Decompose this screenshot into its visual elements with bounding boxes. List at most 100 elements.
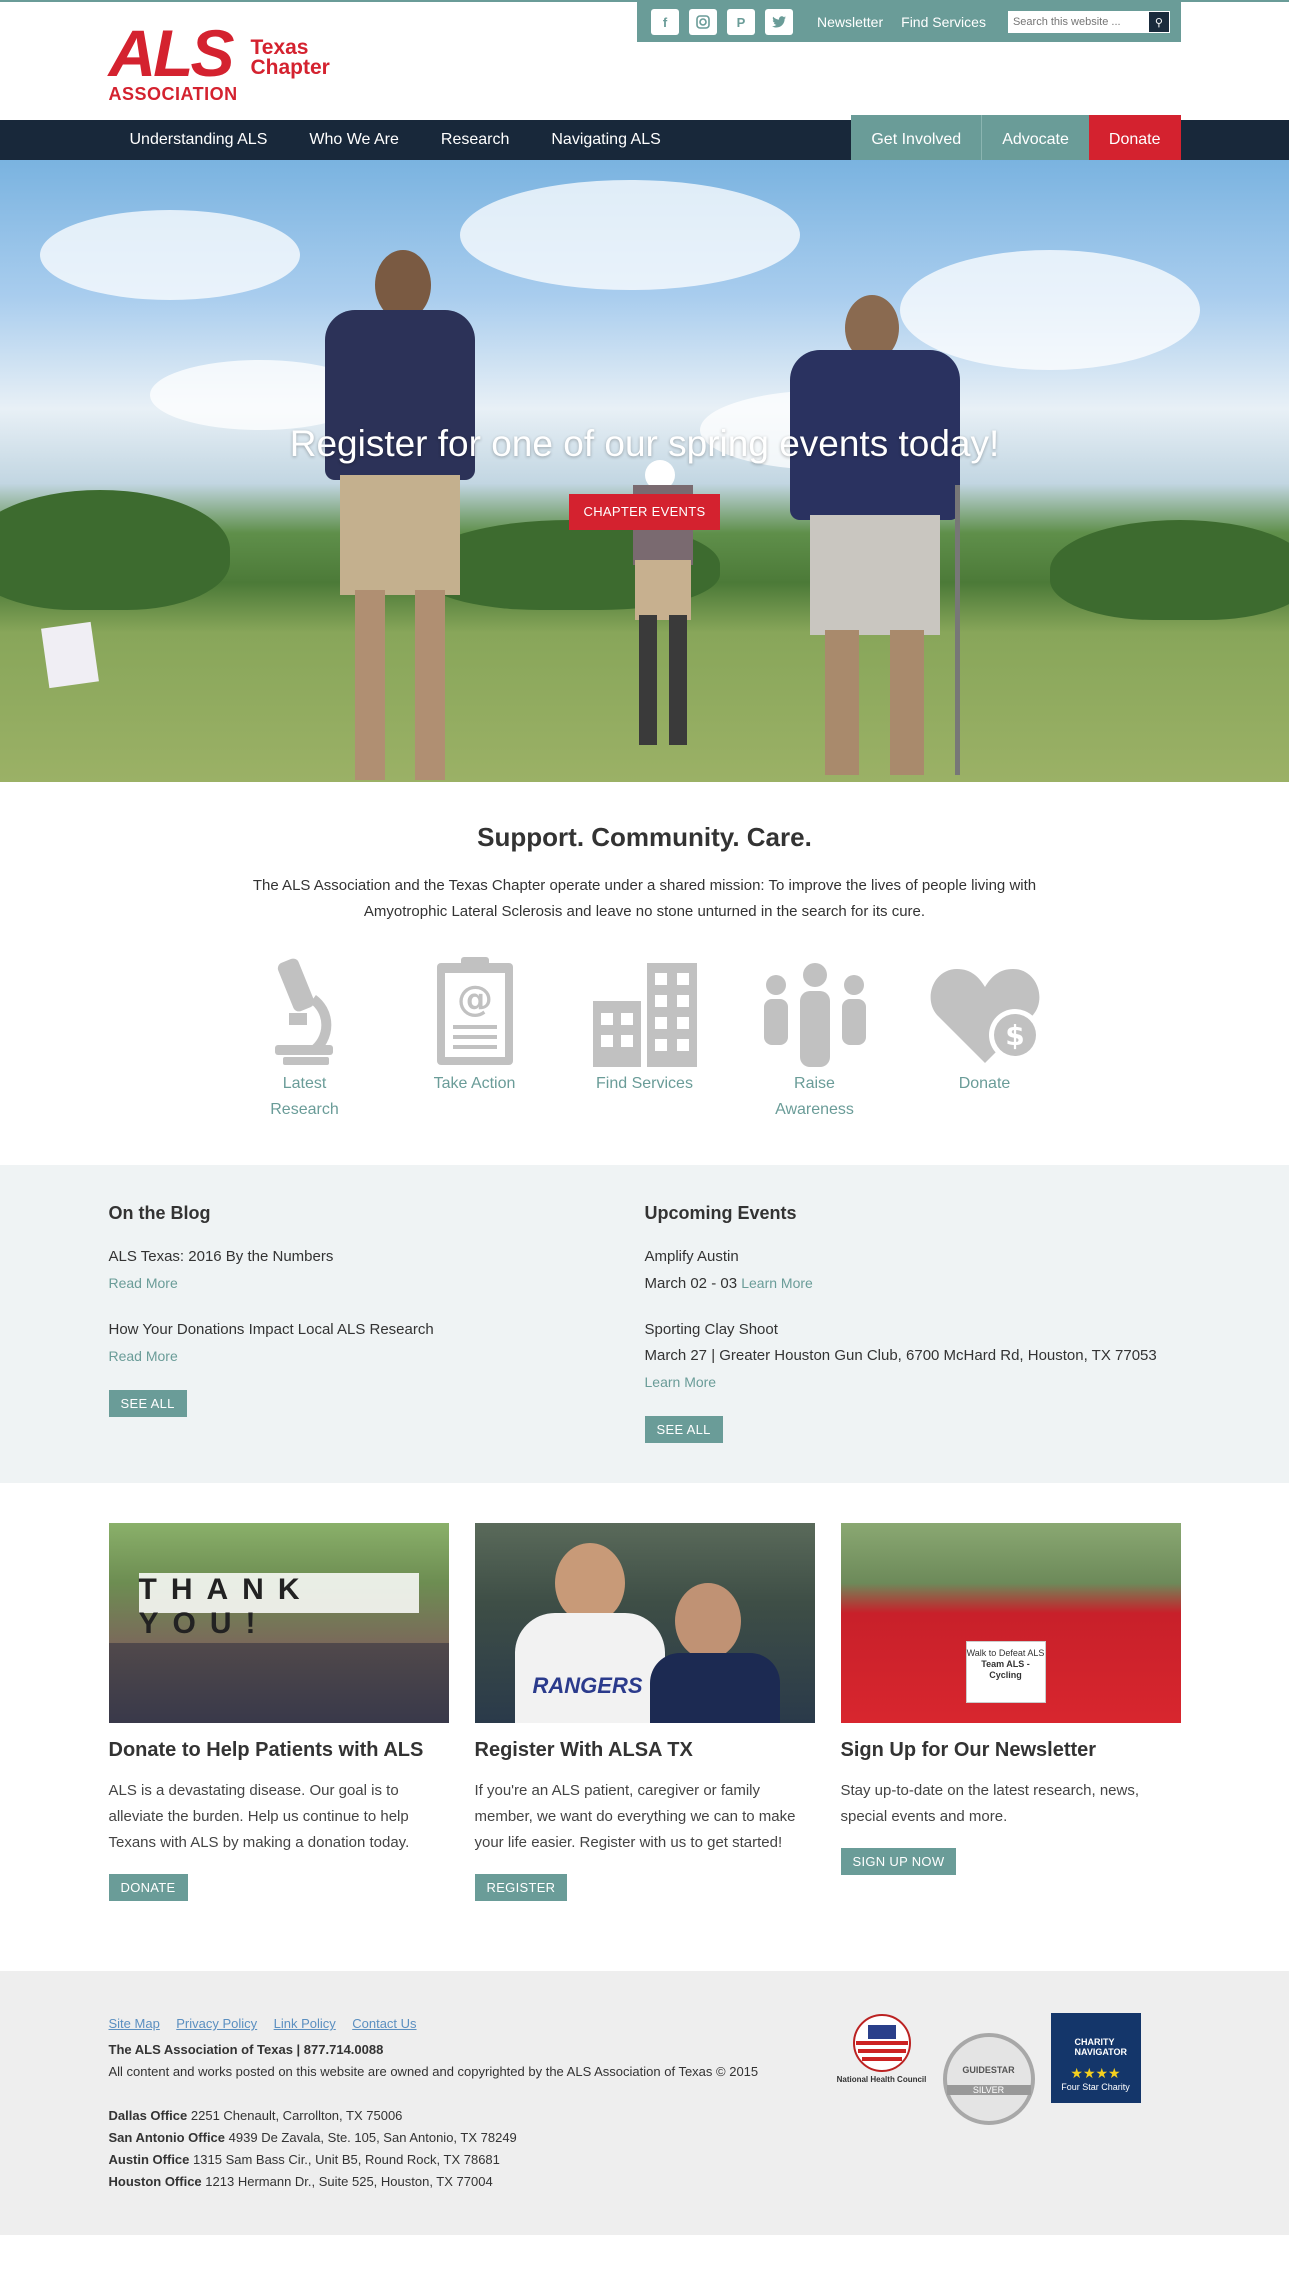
find-services-link[interactable]: Find Services [901, 14, 986, 30]
golfer-left-photo [320, 250, 480, 780]
twitter-icon[interactable] [765, 9, 793, 35]
blog-post-title[interactable]: How Your Donations Impact Local ALS Rese… [109, 1321, 434, 1338]
logo-association-text: ASSOCIATION [108, 84, 238, 104]
svg-text:@: @ [457, 979, 493, 1020]
thank-you-photo: THANK YOU! [108, 1523, 449, 1723]
newsletter-link[interactable]: Newsletter [817, 14, 883, 30]
blog-heading: On the Blog [108, 1203, 211, 1223]
als-texas-logo[interactable]: ALS Texas Chapter ASSOCIATION [108, 16, 330, 104]
search-input[interactable] [1008, 12, 1149, 32]
read-more-link[interactable]: Read More [109, 1275, 178, 1291]
card-title: Register With ALSA TX [474, 1739, 693, 1761]
main-nav: Understanding ALS Who We Are Research Na… [0, 115, 1289, 160]
office-houston: Houston Office 1213 Hermann Dr., Suite 5… [108, 2174, 493, 2189]
card-title: Donate to Help Patients with ALS [108, 1739, 424, 1761]
building-icon [592, 963, 697, 1067]
event-detail: March 02 - 03 [644, 1275, 738, 1292]
feature-label: Donate [958, 1075, 1011, 1092]
rangers-photo: RANGERS [474, 1523, 815, 1723]
svg-text:$: $ [1005, 1019, 1024, 1052]
newsletter-signup-button[interactable]: SIGN UP NOW [840, 1848, 957, 1875]
nav-who-we-are[interactable]: Who We Are [288, 120, 420, 160]
events-see-all-button[interactable]: SEE ALL [644, 1416, 723, 1443]
guidestar-badge[interactable]: GUIDESTAR SILVER [942, 2033, 1035, 2125]
event-name: Amplify Austin [644, 1248, 739, 1265]
events-column: Upcoming Events Amplify Austin March 02 … [644, 1203, 1181, 1443]
office-dallas: Dallas Office 2251 Chenault, Carrollton,… [108, 2108, 403, 2123]
nav-navigating-als[interactable]: Navigating ALS [530, 120, 681, 160]
nav-advocate[interactable]: Advocate [981, 115, 1089, 160]
feature-latest-research[interactable]: Latest Research [220, 949, 390, 1123]
pinterest-icon[interactable]: P [727, 9, 755, 35]
search-icon: ⚲ [1154, 16, 1163, 29]
feature-label: Take Action [433, 1075, 516, 1092]
event-name: Sporting Clay Shoot [644, 1321, 778, 1338]
logo-chapter-text: Texas Chapter [250, 36, 330, 79]
footer-badges: National Health Council GUIDESTAR SILVER… [837, 2013, 1141, 2125]
utility-bar: f P Newsletter Find Services ⚲ [637, 2, 1181, 42]
nav-understanding-als[interactable]: Understanding ALS [109, 120, 289, 160]
feature-label: Raise Awareness [775, 1075, 854, 1118]
clipboard-icon: @ [436, 957, 513, 1065]
feature-find-services[interactable]: Find Services [560, 949, 730, 1123]
feature-raise-awareness[interactable]: Raise Awareness [730, 949, 900, 1123]
facebook-icon[interactable]: f [651, 9, 679, 35]
people-icon [763, 963, 866, 1067]
blog-column: On the Blog ALS Texas: 2016 By the Numbe… [108, 1203, 645, 1443]
blog-post-title[interactable]: ALS Texas: 2016 By the Numbers [109, 1248, 334, 1265]
team-als-photo: Walk to Defeat ALS Team ALS - Cycling [840, 1523, 1181, 1723]
feature-links: Latest Research @ Take Action Find Servi… [0, 949, 1289, 1123]
footer-info: Site Map Privacy Policy Link Policy Cont… [109, 2015, 759, 2193]
card-title: Sign Up for Our Newsletter [840, 1739, 1097, 1761]
nav-get-involved[interactable]: Get Involved [851, 115, 982, 160]
read-more-link[interactable]: Read More [109, 1348, 178, 1364]
mission-title: Support. Community. Care. [477, 822, 812, 852]
charity-navigator-text: CHARITY NAVIGATOR [1074, 2037, 1128, 2057]
newsletter-card: Walk to Defeat ALS Team ALS - Cycling Sig… [840, 1523, 1181, 1901]
search-box: ⚲ [1007, 11, 1170, 33]
hero-banner: Register for one of our spring events to… [0, 160, 1289, 782]
donate-card-button[interactable]: DONATE [108, 1874, 188, 1901]
promo-cards: THANK YOU! Donate to Help Patients with … [0, 1483, 1289, 1971]
rangers-shirt-text: RANGERS [532, 1673, 643, 1698]
nav-donate-button[interactable]: Donate [1088, 115, 1181, 160]
register-card: RANGERS Register With ALSA TX If you're … [474, 1523, 815, 1901]
blog-post: How Your Donations Impact Local ALS Rese… [109, 1317, 645, 1370]
guidestar-level: SILVER [946, 2085, 1031, 2095]
site-header: ALS Texas Chapter ASSOCIATION f P Newslet… [0, 2, 1289, 120]
blog-see-all-button[interactable]: SEE ALL [108, 1390, 187, 1417]
office-austin: Austin Office 1315 Sam Bass Cir., Unit B… [108, 2152, 500, 2167]
footer-sitemap-link[interactable]: Site Map [109, 2016, 160, 2031]
learn-more-link[interactable]: Learn More [645, 1374, 717, 1390]
event-detail: March 27 | Greater Houston Gun Club, 670… [644, 1347, 1157, 1364]
register-card-button[interactable]: REGISTER [474, 1874, 568, 1901]
donate-card: THANK YOU! Donate to Help Patients with … [108, 1523, 449, 1901]
nav-research[interactable]: Research [420, 120, 530, 160]
event-sign-photo [41, 621, 99, 689]
instagram-icon[interactable] [689, 9, 717, 35]
charity-navigator-sub: Four Star Charity [1061, 2082, 1130, 2092]
footer-link-policy-link[interactable]: Link Policy [274, 2016, 336, 2031]
hero-title: Register for one of our spring events to… [289, 423, 1000, 464]
microscope-icon [274, 958, 333, 1065]
card-text: Stay up-to-date on the latest research, … [840, 1782, 1140, 1825]
card-text: ALS is a devastating disease. Our goal i… [108, 1782, 410, 1851]
events-heading: Upcoming Events [644, 1203, 797, 1223]
logo-als-text: ALS [108, 16, 235, 90]
footer-privacy-link[interactable]: Privacy Policy [176, 2016, 257, 2031]
footer-contact-link[interactable]: Contact Us [352, 2016, 416, 2031]
footer-copyright: All content and works posted on this web… [108, 2064, 759, 2079]
learn-more-link[interactable]: Learn More [741, 1275, 813, 1291]
chapter-events-button[interactable]: CHAPTER EVENTS [569, 494, 720, 530]
charity-navigator-badge[interactable]: CHARITY NAVIGATOR ★★★★ Four Star Charity [1050, 2013, 1141, 2103]
feature-donate[interactable]: $ Donate [900, 949, 1070, 1123]
nhc-badge-text: National Health Council [836, 2075, 927, 2084]
card-text: If you're an ALS patient, caregiver or f… [474, 1782, 796, 1851]
feature-take-action[interactable]: @ Take Action [390, 949, 560, 1123]
blog-events-section: On the Blog ALS Texas: 2016 By the Numbe… [0, 1165, 1289, 1483]
office-san-antonio: San Antonio Office 4939 De Zavala, Ste. … [108, 2130, 517, 2145]
nhc-badge[interactable]: National Health Council [837, 2013, 927, 2109]
feature-label: Latest Research [270, 1075, 339, 1118]
thank-you-signs: THANK YOU! [138, 1573, 419, 1640]
search-button[interactable]: ⚲ [1148, 12, 1169, 32]
